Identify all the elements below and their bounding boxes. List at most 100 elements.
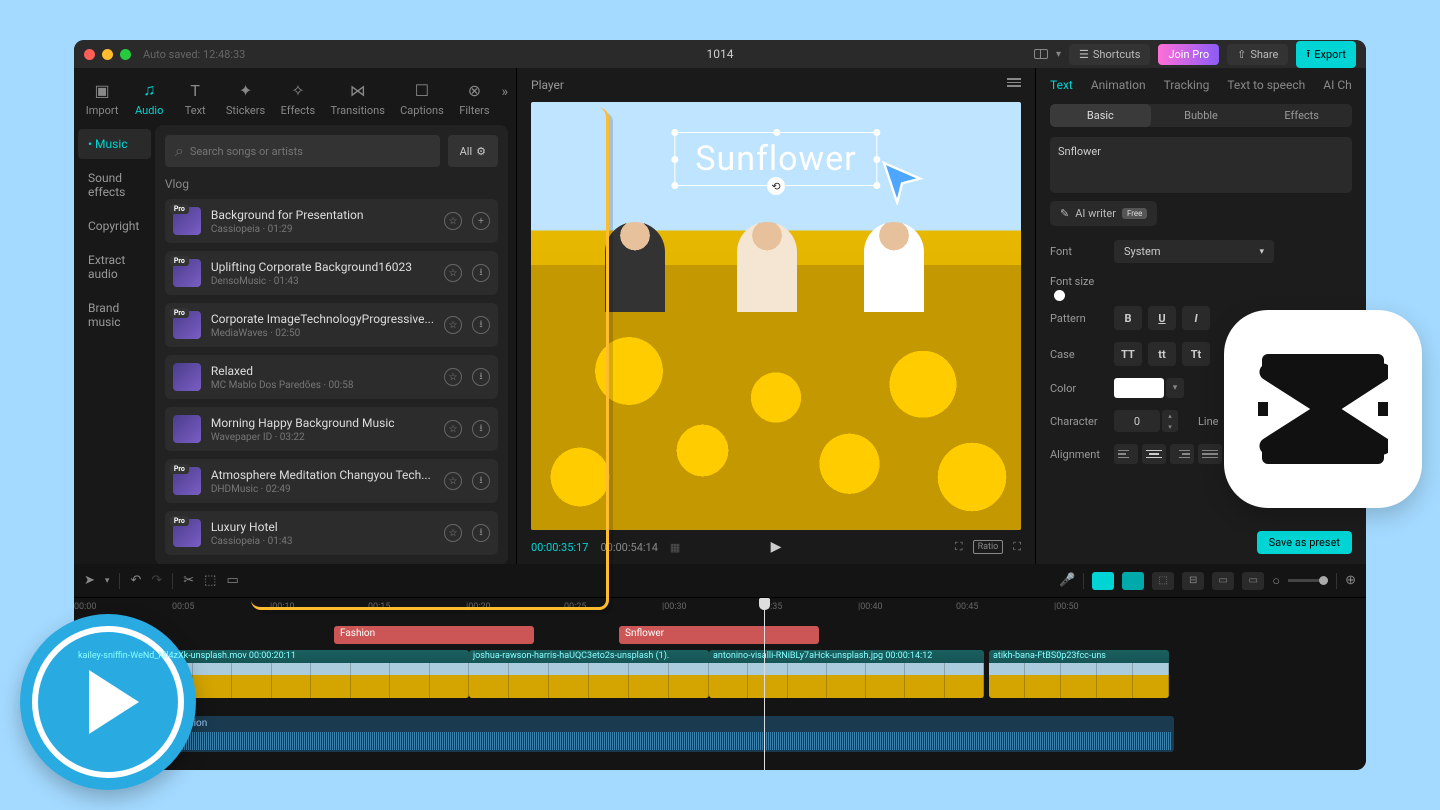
- tab-captions[interactable]: ☐Captions: [392, 76, 451, 121]
- player-menu-icon[interactable]: [1007, 78, 1021, 92]
- download-icon[interactable]: ⭳: [472, 316, 490, 334]
- subtab-basic[interactable]: Basic: [1050, 104, 1151, 127]
- text-content-input[interactable]: Snflower: [1050, 137, 1352, 193]
- align-center-button[interactable]: [1142, 444, 1166, 464]
- category-music[interactable]: • Music: [78, 129, 151, 159]
- snap-toggle[interactable]: [1092, 572, 1114, 590]
- underline-button[interactable]: U: [1148, 306, 1176, 330]
- song-item[interactable]: Pro Atmosphere Meditation Changyou Tech.…: [165, 459, 498, 503]
- tab-audio[interactable]: ♫Audio: [126, 76, 172, 121]
- category-brand[interactable]: Brand music: [78, 293, 151, 337]
- fit-icon[interactable]: ⊕: [1345, 573, 1356, 588]
- tab-text-props[interactable]: Text: [1050, 78, 1073, 92]
- favorite-icon[interactable]: ☆: [444, 472, 462, 490]
- chevron-down-icon[interactable]: ▾: [105, 576, 110, 586]
- tab-import[interactable]: ▣Import: [78, 76, 126, 121]
- text-clip[interactable]: Snflower: [619, 626, 819, 644]
- download-icon[interactable]: ⭳: [472, 368, 490, 386]
- tool-icon[interactable]: ▭: [1212, 572, 1234, 590]
- case-upper-button[interactable]: TT: [1114, 342, 1142, 366]
- join-pro-button[interactable]: Join Pro: [1158, 44, 1219, 65]
- tabs-more-icon[interactable]: »: [497, 76, 512, 121]
- tab-animation[interactable]: Animation: [1091, 78, 1146, 92]
- undo-icon[interactable]: ↶: [130, 573, 141, 588]
- resize-handle[interactable]: [671, 129, 678, 136]
- resize-handle[interactable]: [874, 129, 881, 136]
- video-clip[interactable]: atikh-bana-FtBS0p23fcc-uns: [989, 650, 1169, 698]
- case-title-button[interactable]: Tt: [1182, 342, 1210, 366]
- tab-text[interactable]: TText: [172, 76, 218, 121]
- quality-icon[interactable]: ▦: [670, 541, 680, 554]
- favorite-icon[interactable]: ☆: [444, 368, 462, 386]
- close-icon[interactable]: [84, 49, 95, 60]
- tool-icon[interactable]: ⊟: [1182, 572, 1204, 590]
- tool-icon[interactable]: ▭: [1242, 572, 1264, 590]
- video-preview[interactable]: Sunflower ⟲: [531, 102, 1021, 530]
- subtab-effects[interactable]: Effects: [1251, 104, 1352, 127]
- zoom-slider[interactable]: [1288, 579, 1328, 582]
- favorite-icon[interactable]: ☆: [444, 420, 462, 438]
- song-item[interactable]: Pro Uplifting Corporate Background16023 …: [165, 251, 498, 295]
- search-field[interactable]: [190, 145, 430, 158]
- category-soundfx[interactable]: Sound effects: [78, 163, 151, 207]
- zoom-out-icon[interactable]: ○: [1272, 573, 1280, 589]
- song-item[interactable]: Pro Luxury Hotel Cassiopeia · 01:43 ☆ ⭳: [165, 511, 498, 555]
- align-justify-button[interactable]: [1198, 444, 1222, 464]
- save-preset-button[interactable]: Save as preset: [1257, 531, 1352, 554]
- tool-icon[interactable]: ▭: [226, 573, 238, 588]
- tab-filters[interactable]: ⊗Filters: [451, 76, 497, 121]
- color-dropdown[interactable]: ▾: [1166, 378, 1184, 398]
- export-button[interactable]: ⭱ Export: [1296, 41, 1356, 68]
- song-item[interactable]: Morning Happy Background Music Wavepaper…: [165, 407, 498, 451]
- align-right-button[interactable]: [1170, 444, 1194, 464]
- italic-button[interactable]: I: [1182, 306, 1210, 330]
- tab-ai[interactable]: AI Cha: [1323, 78, 1352, 92]
- resize-handle[interactable]: [671, 182, 678, 189]
- bold-button[interactable]: B: [1114, 306, 1142, 330]
- timeline-tracks[interactable]: Background for Presentation Fashion Snflo…: [74, 620, 1366, 770]
- favorite-icon[interactable]: ☆: [444, 524, 462, 542]
- share-button[interactable]: ⇧ Share: [1227, 44, 1288, 65]
- resize-handle[interactable]: [773, 129, 780, 136]
- song-item[interactable]: Pro Corporate ImageTechnologyProgressive…: [165, 303, 498, 347]
- split-icon[interactable]: ✂: [183, 573, 194, 588]
- font-select[interactable]: System▾: [1114, 240, 1274, 263]
- text-clip[interactable]: Fashion: [334, 626, 534, 644]
- color-swatch[interactable]: [1114, 378, 1164, 398]
- maximize-icon[interactable]: [120, 49, 131, 60]
- rotate-handle[interactable]: ⟲: [767, 177, 785, 195]
- tab-tts[interactable]: Text to speech: [1227, 78, 1305, 92]
- video-clip[interactable]: antonino-visalli-RNiBLy7aHck-unsplash.jp…: [709, 650, 984, 698]
- fullscreen-icon[interactable]: ⛶: [1013, 540, 1021, 554]
- favorite-icon[interactable]: ☆: [444, 212, 462, 230]
- tab-stickers[interactable]: ✦Stickers: [218, 76, 273, 121]
- song-item[interactable]: Pro Background for Presentation Cassiope…: [165, 199, 498, 243]
- search-input[interactable]: ⌕: [165, 135, 440, 167]
- playhead[interactable]: [764, 598, 765, 770]
- subtab-bubble[interactable]: Bubble: [1151, 104, 1252, 127]
- download-icon[interactable]: ⭳: [472, 472, 490, 490]
- audio-track[interactable]: Background for Presentation: [74, 716, 1174, 752]
- redo-icon[interactable]: ↷: [151, 573, 162, 588]
- layout-icon[interactable]: [1034, 49, 1048, 59]
- tab-transitions[interactable]: ⋈Transitions: [323, 76, 393, 121]
- favorite-icon[interactable]: ☆: [444, 264, 462, 282]
- tab-effects[interactable]: ✧Effects: [273, 76, 323, 121]
- layout-chevron-icon[interactable]: ▾: [1056, 49, 1061, 60]
- download-icon[interactable]: ⭳: [472, 420, 490, 438]
- tool-icon[interactable]: ⬚: [204, 573, 216, 588]
- scale-icon[interactable]: ⛶: [955, 540, 963, 554]
- character-spacing-input[interactable]: 0: [1114, 410, 1160, 432]
- tab-tracking[interactable]: Tracking: [1164, 78, 1210, 92]
- filter-all-button[interactable]: All ⚙: [448, 135, 498, 167]
- case-lower-button[interactable]: tt: [1148, 342, 1176, 366]
- minimize-icon[interactable]: [102, 49, 113, 60]
- video-clip[interactable]: joshua-rawson-harris-haUQC3eto2s-unsplas…: [469, 650, 709, 698]
- download-icon[interactable]: ⭳: [472, 524, 490, 542]
- category-extract[interactable]: Extract audio: [78, 245, 151, 289]
- timeline-ruler[interactable]: 00:0000:05|00:1000:15|00:2000:25|00:3000…: [74, 598, 1366, 620]
- character-stepper[interactable]: ▴▾: [1162, 410, 1178, 432]
- tool-icon[interactable]: ⬚: [1152, 572, 1174, 590]
- mic-icon[interactable]: 🎤: [1059, 573, 1075, 588]
- play-button[interactable]: ▶: [771, 539, 782, 555]
